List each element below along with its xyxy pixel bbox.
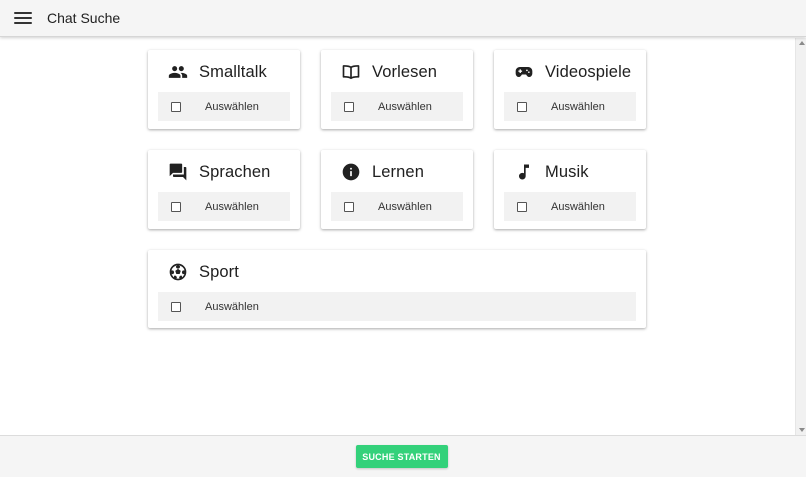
select-label: Auswählen	[551, 100, 605, 113]
category-title: Sport	[199, 262, 239, 281]
checkbox-videospiele[interactable]	[517, 101, 527, 112]
select-row-sprachen[interactable]: Auswählen	[158, 192, 290, 221]
hamburger-menu-icon[interactable]	[14, 11, 32, 25]
soccer-ball-icon	[168, 262, 188, 282]
select-label: Auswählen	[378, 100, 432, 113]
category-title: Musik	[545, 162, 589, 181]
category-card-videospiele: Videospiele Auswählen	[494, 50, 646, 129]
select-label: Auswählen	[205, 300, 259, 313]
category-card-musik: Musik Auswählen	[494, 150, 646, 229]
select-row-sport[interactable]: Auswählen	[158, 292, 636, 321]
select-label: Auswählen	[205, 100, 259, 113]
select-label: Auswählen	[378, 200, 432, 213]
category-card-sprachen: Sprachen Auswählen	[148, 150, 300, 229]
select-row-vorlesen[interactable]: Auswählen	[331, 92, 463, 121]
select-row-lernen[interactable]: Auswählen	[331, 192, 463, 221]
scroll-up-arrow-icon[interactable]	[799, 41, 805, 45]
category-card-smalltalk: Smalltalk Auswählen	[148, 50, 300, 129]
checkbox-lernen[interactable]	[344, 201, 354, 212]
chat-bubbles-icon	[168, 162, 188, 182]
category-title: Lernen	[372, 162, 424, 181]
category-title: Sprachen	[199, 162, 271, 181]
bottom-bar: SUCHE STARTEN	[0, 435, 806, 477]
category-title: Vorlesen	[372, 62, 438, 81]
category-grid: Smalltalk Auswählen Vorlesen Auswählen V…	[0, 38, 795, 435]
select-row-smalltalk[interactable]: Auswählen	[158, 92, 290, 121]
select-label: Auswählen	[551, 200, 605, 213]
category-title: Videospiele	[545, 62, 632, 81]
checkbox-musik[interactable]	[517, 201, 527, 212]
vertical-scrollbar[interactable]	[795, 38, 806, 435]
checkbox-smalltalk[interactable]	[171, 101, 181, 112]
music-note-icon	[514, 162, 534, 182]
checkbox-sport[interactable]	[171, 301, 181, 312]
info-icon	[341, 162, 361, 182]
scroll-down-arrow-icon[interactable]	[799, 428, 805, 432]
select-row-musik[interactable]: Auswählen	[504, 192, 636, 221]
select-row-videospiele[interactable]: Auswählen	[504, 92, 636, 121]
category-title: Smalltalk	[199, 62, 267, 81]
people-icon	[168, 62, 188, 82]
gamepad-icon	[514, 62, 534, 82]
select-label: Auswählen	[205, 200, 259, 213]
checkbox-sprachen[interactable]	[171, 201, 181, 212]
category-card-sport: Sport Auswählen	[148, 250, 646, 328]
checkbox-vorlesen[interactable]	[344, 101, 354, 112]
app-bar: Chat Suche	[0, 0, 806, 37]
start-search-button[interactable]: SUCHE STARTEN	[355, 445, 448, 468]
category-card-lernen: Lernen Auswählen	[321, 150, 473, 229]
category-card-vorlesen: Vorlesen Auswählen	[321, 50, 473, 129]
app-title: Chat Suche	[47, 10, 121, 26]
book-icon	[341, 62, 361, 82]
